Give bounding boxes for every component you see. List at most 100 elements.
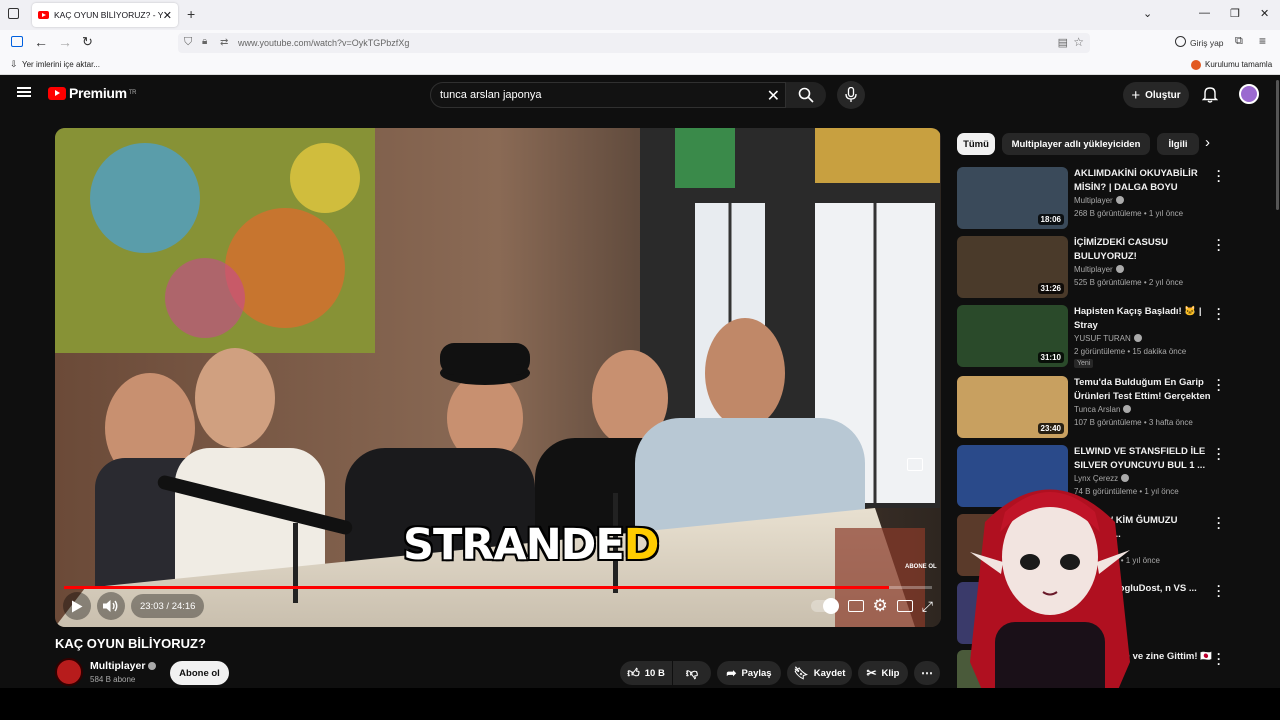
browser-tab[interactable]: KAÇ OYUN BİLİYORUZ? - YouTube ✕	[32, 3, 178, 27]
chip-from-uploader[interactable]: Multiplayer adlı yükleyiciden	[1002, 133, 1150, 155]
notifications-bell-icon[interactable]	[1202, 86, 1218, 103]
recommendation-thumbnail[interactable]: 31:26	[957, 236, 1068, 298]
save-button[interactable]: 🔖︎ Kaydet	[787, 661, 852, 685]
reload-icon[interactable]: ↻	[82, 34, 93, 50]
fullscreen-icon[interactable]: ⤢	[922, 598, 933, 615]
channel-name[interactable]: Multiplayer	[90, 660, 145, 672]
close-window-icon[interactable]: ✕	[1260, 7, 1269, 20]
hamburger-menu-icon[interactable]	[17, 87, 31, 97]
sign-in-link[interactable]: Giriş yap	[1190, 38, 1224, 48]
more-actions-button[interactable]: ⋯	[914, 661, 940, 685]
more-vertical-icon[interactable]: · · ·	[1215, 648, 1223, 670]
extensions-icon[interactable]: ⧉	[1235, 35, 1243, 48]
more-vertical-icon[interactable]: · · ·	[1215, 303, 1223, 325]
more-vertical-icon[interactable]: · · ·	[1215, 443, 1223, 465]
account-icon[interactable]	[1175, 36, 1186, 47]
subtitles-icon[interactable]	[847, 600, 864, 612]
volume-button[interactable]	[97, 592, 125, 620]
share-label: Paylaş	[741, 667, 772, 679]
autoplay-toggle-icon[interactable]	[810, 598, 839, 614]
chevron-right-icon[interactable]: ›	[1205, 134, 1210, 151]
bookmark-star-icon[interactable]: ☆	[1073, 35, 1084, 49]
import-bookmarks-link[interactable]: Yer imlerini içe aktar...	[22, 60, 100, 69]
new-tab-icon[interactable]: +	[187, 6, 195, 22]
recommendation-channel-line[interactable]: Multiplayer	[1074, 265, 1124, 274]
forward-icon[interactable]: →	[58, 34, 72, 50]
plus-icon: +	[1131, 86, 1141, 104]
play-button[interactable]	[63, 592, 91, 620]
clip-label: Klip	[881, 667, 900, 679]
like-button[interactable]: 👍︎ 10 B	[620, 661, 672, 685]
recommendation-title[interactable]: İÇİMİZDEKİ CASUSU BULUYORUZ!	[1074, 236, 1214, 263]
reader-mode-icon[interactable]: ▤	[1058, 36, 1068, 49]
voice-search-button[interactable]	[837, 81, 865, 109]
settings-gear-icon[interactable]: ⚙	[873, 596, 888, 616]
youtube-premium-logo[interactable]: Premium TR	[48, 85, 137, 101]
more-vertical-icon[interactable]: · · ·	[1215, 512, 1223, 534]
subscriber-count: 584 B abone	[90, 675, 136, 684]
recommendation-channel-line[interactable]: Multiplayer	[1074, 196, 1124, 205]
progress-bar[interactable]	[64, 586, 932, 589]
clear-search-icon[interactable]: ✕	[767, 86, 780, 106]
more-vertical-icon[interactable]: · · ·	[1215, 580, 1223, 602]
close-tab-icon[interactable]: ✕	[163, 9, 172, 22]
back-icon[interactable]: ←	[34, 34, 48, 50]
clip-button[interactable]: ✂ Klip	[858, 661, 908, 685]
recommendation-channel[interactable]: Multiplayer	[1074, 265, 1113, 274]
recommendation-channel[interactable]: Multiplayer	[1074, 196, 1113, 205]
dislike-button[interactable]: 👎︎	[673, 661, 711, 685]
duration-badge: 31:10	[1037, 352, 1064, 363]
recommendation-channel-line[interactable]: Tunca Arslan	[1074, 405, 1132, 414]
subscribe-button[interactable]: Abone ol	[170, 661, 229, 685]
time-display: 23:03 / 24:16	[131, 594, 205, 618]
more-vertical-icon[interactable]: · · ·	[1215, 234, 1223, 256]
recommendation-channel[interactable]: YUSUF TURAN	[1074, 334, 1131, 343]
search-icon	[798, 87, 814, 103]
verified-icon	[1133, 334, 1142, 342]
chip-all[interactable]: Tümü	[957, 133, 995, 155]
app-menu-icon[interactable]: ≡	[1259, 34, 1266, 48]
navigation-bar: ← → ↻ ⛉ 🔒︎ ⇄ www.youtube.com/watch?v=Oyk…	[0, 30, 1280, 56]
maximize-icon[interactable]: ❐	[1230, 7, 1240, 20]
logo-text: Premium	[69, 85, 127, 101]
user-avatar[interactable]	[1239, 84, 1259, 104]
picture-in-picture-icon[interactable]	[907, 458, 923, 471]
recommendation-channel-line[interactable]: YUSUF TURAN	[1074, 334, 1142, 343]
recommendation-channel[interactable]: Tunca Arslan	[1074, 405, 1120, 414]
tab-overflow-chevron-icon[interactable]: ⌄	[1143, 7, 1152, 20]
scrollbar[interactable]	[1276, 80, 1279, 210]
recommendation-meta: 525 B görüntüleme • 2 yıl önce	[1074, 278, 1184, 287]
recommendation-title[interactable]: Temu'da Bulduğum En Garip Ürünleri Test …	[1074, 376, 1214, 403]
more-horizontal-icon: ⋯	[921, 666, 933, 680]
share-button[interactable]: ➦ Paylaş	[717, 661, 781, 685]
recommendation-thumbnail[interactable]: 23:40	[957, 376, 1068, 438]
create-button[interactable]: + Oluştur	[1123, 82, 1189, 108]
recommendation-thumbnail[interactable]: 31:10	[957, 305, 1068, 367]
theater-mode-icon[interactable]	[896, 600, 913, 612]
player-right-controls: ⚙ ⤢	[810, 591, 933, 621]
recommendation-title[interactable]: AKLIMDAKİNİ OKUYABİLİR MİSİN? | DALGA BO…	[1074, 167, 1214, 194]
tab-list-icon[interactable]	[8, 8, 19, 19]
setup-link[interactable]: Kurulumu tamamla	[1205, 60, 1272, 69]
search-button[interactable]	[786, 82, 826, 108]
channel-name-line[interactable]: Multiplayer	[90, 660, 157, 672]
recommendation-title[interactable]: Hapisten Kaçış Başladı! 🐱 | Stray	[1074, 305, 1214, 332]
more-vertical-icon[interactable]: · · ·	[1215, 374, 1223, 396]
sidebar-icon[interactable]	[11, 36, 23, 47]
url-field[interactable]: ⛉ 🔒︎ ⇄ www.youtube.com/watch?v=OykTGPbzf…	[178, 33, 1090, 53]
chip-related[interactable]: İlgili	[1157, 133, 1199, 155]
video-player[interactable]: STRANDED ABONE OL 23:03 / 24:16 ⚙ ⤢	[55, 128, 941, 627]
minimize-icon[interactable]: —	[1199, 7, 1210, 19]
recommendation-item[interactable]: 18:06 AKLIMDAKİNİ OKUYABİLİR MİSİN? | DA…	[957, 165, 1267, 229]
browser-tab-strip: KAÇ OYUN BİLİYORUZ? - YouTube ✕ + ⌄ — ❐ …	[0, 0, 1280, 30]
channel-avatar[interactable]	[55, 658, 83, 686]
recommendation-item[interactable]: 31:10 Hapisten Kaçış Başladı! 🐱 | Stray …	[957, 303, 1267, 368]
recommendation-item[interactable]: 23:40 Temu'da Bulduğum En Garip Ürünleri…	[957, 374, 1267, 438]
thumbs-down-icon: 👎︎	[685, 665, 699, 680]
recommendation-item[interactable]: 31:26 İÇİMİZDEKİ CASUSU BULUYORUZ! Multi…	[957, 234, 1267, 298]
search-input[interactable]: tunca arslan japonya ✕	[430, 82, 786, 108]
bookmarks-bar: ⇩ Yer imlerini içe aktar... Kurulumu tam…	[0, 56, 1280, 75]
subscribe-watermark[interactable]: ABONE OL	[905, 564, 937, 570]
more-vertical-icon[interactable]: · · ·	[1215, 165, 1223, 187]
recommendation-thumbnail[interactable]: 18:06	[957, 167, 1068, 229]
